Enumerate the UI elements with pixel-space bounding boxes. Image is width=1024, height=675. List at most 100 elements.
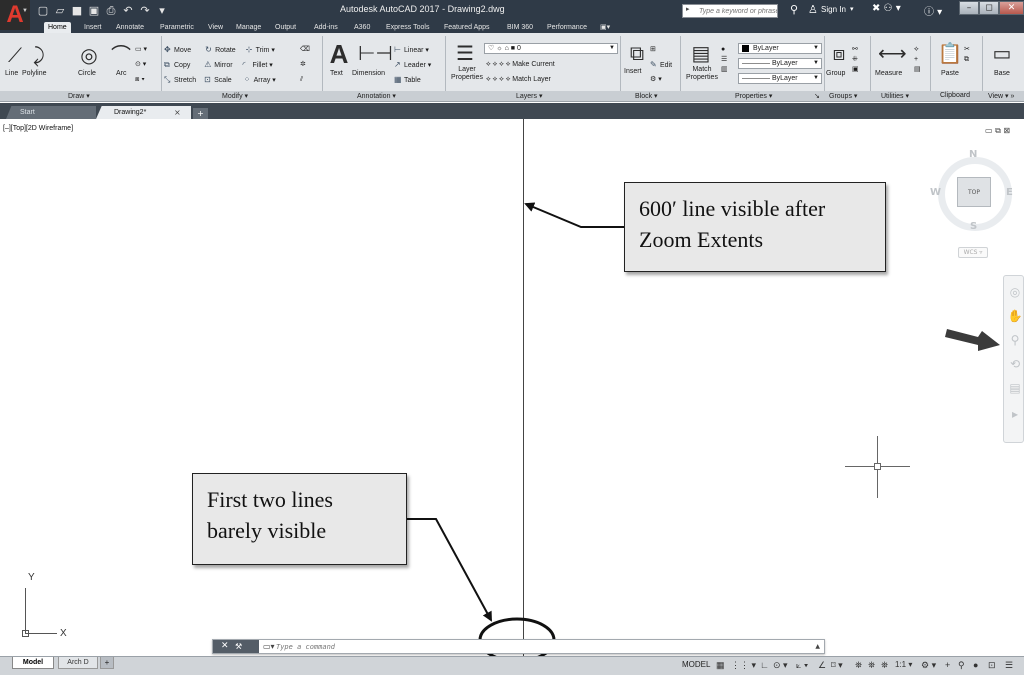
panel-title-view[interactable]: View ▾ » — [988, 92, 1014, 100]
annotation-monitor-icon[interactable]: + — [945, 659, 950, 671]
layer-properties-icon[interactable]: ☰ — [452, 43, 478, 65]
stretch-tool-label[interactable]: Stretch — [174, 77, 196, 84]
panel-title-modify[interactable]: Modify ▾ — [222, 92, 248, 100]
osnap-tracking-icon[interactable]: ∠ — [818, 659, 826, 671]
insert-tool-label[interactable]: Insert — [624, 68, 642, 75]
model-space-toggle[interactable]: MODEL — [682, 660, 710, 669]
rotate-icon[interactable]: ↻ — [205, 45, 215, 55]
group-tools-icons[interactable]: ⚯ ⁜ ▣ — [852, 45, 859, 75]
tab-annotate[interactable]: Annotate — [116, 22, 144, 33]
new-drawing-button[interactable]: + — [193, 108, 208, 119]
panel-title-clipboard[interactable]: Clipboard — [940, 92, 970, 99]
new-icon[interactable]: ▢ — [36, 3, 50, 19]
panel-title-utilities[interactable]: Utilities ▾ — [881, 92, 909, 100]
array-icon[interactable]: ⁘ — [244, 75, 254, 85]
line-tool-label[interactable]: Line — [5, 70, 18, 77]
copy-tool-label[interactable]: Copy — [174, 62, 190, 69]
undo-icon[interactable]: ↶ — [121, 3, 135, 19]
exchange-icon[interactable]: ✖ ⚇ ▾ — [872, 3, 901, 14]
fillet-icon[interactable]: ◜ — [243, 60, 253, 70]
edit-block[interactable]: ✎ Edit — [650, 60, 672, 71]
autoscale-icon[interactable]: ⛯ — [868, 659, 875, 671]
panel-expand-icon[interactable]: ↘ — [814, 92, 820, 100]
maximize-button[interactable]: ◻ — [979, 1, 999, 15]
customize-icon[interactable]: ⚒ — [235, 640, 242, 653]
circle-tool-label[interactable]: Circle — [78, 70, 96, 77]
user-icon[interactable]: ♙ — [808, 3, 818, 16]
mirror-icon[interactable]: ⚠ — [204, 60, 214, 70]
units-icon[interactable]: ⚲ — [958, 659, 965, 671]
add-layout-button[interactable]: + — [100, 657, 114, 669]
stretch-icon[interactable]: ⤡ — [164, 75, 174, 85]
explode-icon[interactable]: ✲ — [300, 60, 306, 70]
clean-screen-icon[interactable]: ⊡ — [988, 659, 996, 671]
erase-icon[interactable]: ⌫ — [300, 45, 310, 55]
arc-tool-label[interactable]: Arc — [116, 70, 127, 77]
utilities-icons[interactable]: ⟡ + ▤ — [914, 45, 921, 75]
minimize-button[interactable]: – — [959, 1, 979, 15]
circle-icon[interactable]: ◎ — [76, 45, 102, 67]
tab-start[interactable]: Start — [6, 106, 96, 119]
line-icon[interactable]: ⟋ — [2, 45, 28, 67]
panel-title-annotation[interactable]: Annotation ▾ — [357, 92, 396, 100]
scale-icon[interactable]: ⊡ — [204, 75, 214, 85]
close-icon[interactable]: ✕ — [221, 640, 229, 653]
workspace-icon[interactable]: ⚙ ▾ — [921, 659, 936, 671]
tab-a360[interactable]: A360 — [354, 22, 370, 33]
text-tool-label[interactable]: Text — [330, 70, 343, 77]
rectangle-icon[interactable]: ▭ ▾ — [135, 45, 147, 55]
color-dropdown[interactable]: ByLayer ▼ — [738, 43, 822, 54]
search-expand-icon[interactable]: ▸ — [686, 5, 690, 13]
save-icon[interactable]: ■ — [70, 3, 84, 19]
panel-title-block[interactable]: Block ▾ — [635, 92, 658, 100]
layer-tool-icons[interactable]: ⟡ ⟡ ⟡ ⟡ — [486, 61, 512, 68]
redo-icon[interactable]: ↷ — [138, 3, 152, 19]
hatch-icon[interactable]: ⊙ ▾ — [135, 60, 146, 70]
fillet-tool-label[interactable]: Fillet ▾ — [253, 62, 273, 69]
close-tab-icon[interactable]: × — [174, 106, 181, 119]
customize-icon[interactable]: ▾ — [155, 3, 169, 19]
block-attr-icon[interactable]: ⚙ ▾ — [650, 75, 662, 85]
chevron-down-icon[interactable]: ▾ — [850, 5, 854, 13]
measure-icon[interactable]: ⟷ — [878, 43, 907, 65]
tab-insert[interactable]: Insert — [84, 22, 102, 33]
text-icon[interactable]: A — [328, 39, 350, 70]
create-block-icon[interactable]: ⊞ — [650, 45, 656, 55]
layer-tool-icons-2[interactable]: ⟡ ⟡ ⟡ ⟡ — [486, 76, 512, 83]
move-icon[interactable]: ✥ — [164, 45, 174, 55]
annotation-visibility-icon[interactable]: ⛯ — [855, 659, 862, 671]
match-properties-icon[interactable]: ▤ — [688, 43, 714, 65]
tab-manage[interactable]: Manage — [236, 22, 261, 33]
group-tool-label[interactable]: Group — [826, 70, 845, 77]
scale-tool-label[interactable]: Scale — [214, 77, 232, 84]
command-input[interactable] — [276, 641, 776, 652]
tab-featured-apps[interactable]: Featured Apps — [444, 22, 490, 33]
polyline-tool-label[interactable]: Polyline — [22, 70, 47, 77]
tab-performance[interactable]: Performance — [547, 22, 587, 33]
tab-overflow-icon[interactable]: ▣▾ — [600, 22, 610, 33]
paste-icon[interactable]: 📋 — [937, 43, 963, 65]
group-icon[interactable]: ⧈ — [826, 43, 852, 65]
make-current-button[interactable]: Make Current — [512, 61, 554, 68]
polar-icon[interactable]: ⊙ ▾ — [773, 659, 788, 671]
array-tool-label[interactable]: Array ▾ — [254, 77, 276, 84]
recent-commands-icon[interactable]: ▭▾ — [263, 640, 275, 653]
rotate-tool-label[interactable]: Rotate — [215, 47, 236, 54]
command-history-icon[interactable]: ▲ — [815, 640, 820, 653]
tab-express-tools[interactable]: Express Tools — [386, 22, 429, 33]
match-layer-button[interactable]: Match Layer — [512, 76, 551, 83]
help-icon[interactable]: ⓘ ▾ — [924, 3, 942, 18]
panel-title-groups[interactable]: Groups ▾ — [829, 92, 857, 100]
tab-add-ins[interactable]: Add-ins — [314, 22, 338, 33]
snap-icon[interactable]: ⋮⋮ ▾ — [731, 659, 756, 671]
measure-tool-label[interactable]: Measure — [875, 70, 902, 77]
tab-output[interactable]: Output — [275, 22, 296, 33]
search-input[interactable] — [682, 4, 778, 18]
copy-icon[interactable]: ⧉ — [164, 60, 174, 70]
properties-side-icons[interactable]: ● ☰ ▥ — [721, 45, 728, 75]
isodraft-icon[interactable]: ⟀ ▾ — [796, 659, 808, 671]
boundary-icon[interactable]: ⧈ ▾ — [135, 75, 145, 85]
match-properties-label[interactable]: Match Properties — [683, 66, 721, 82]
isolate-objects-icon[interactable]: ● — [973, 659, 978, 671]
tab-home[interactable]: Home — [44, 22, 71, 33]
